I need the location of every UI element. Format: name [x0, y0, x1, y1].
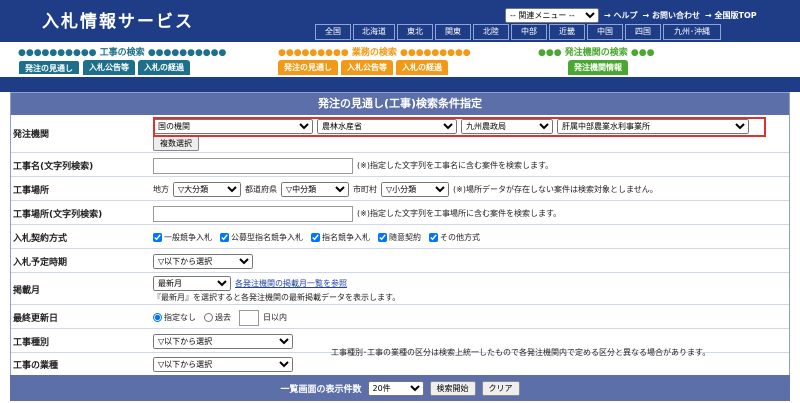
days-unit: 日以内 — [263, 313, 287, 322]
work-name-label: 工事名(文字列検索) — [13, 162, 94, 172]
dot-decoration: ●●● — [630, 48, 655, 58]
construction-tab-group: ●●●●●●●●●● 工事の検索 ●●●●●●●●●● 発注の見通し 入札公告等… — [18, 45, 226, 75]
service-tab-group: ●●●●●●●●● 業務の検索 ●●●●●●●●● 発注の見通し 入札公告等 入… — [278, 45, 471, 75]
period-note: 『最新月』を選択すると各発注機関の最新掲載データを表示します。 — [153, 293, 401, 302]
top-links: -- 関連メニュー -- → ヘルプ → お問い合わせ → 全国版TOP — [505, 8, 757, 23]
region-chubu[interactable]: 中部 — [511, 24, 547, 40]
contract-row: 入札契約方式 一般競争入札 公募型指名競争入札 指名競争入札 随意契約 その他方… — [11, 227, 789, 249]
display-count-select[interactable]: 20件 — [367, 380, 424, 396]
region-kanto[interactable]: 関東 — [435, 24, 471, 40]
tab-construction-outlook[interactable]: 発注の見通し — [18, 60, 80, 75]
work-name-row: 工事名(文字列検索) (※)指定した文字列を工事名に含む案件を検索します。 — [11, 155, 789, 177]
service-search-title: 業務の検索 — [351, 48, 397, 58]
location-text-note: (※)指定した文字列を工事場所に含む案件を検索します。 — [357, 209, 562, 218]
updated-option-none[interactable]: 指定なし — [153, 312, 196, 323]
panel-title: 発注の見通し(工事)検索条件指定 — [11, 93, 789, 115]
updated-label: 最終更新日 — [13, 314, 59, 324]
tab-service-progress[interactable]: 入札の経過 — [396, 60, 448, 75]
location-row: 工事場所 地方 ▽大分類 都道府県 ▽中分類 市町村 ▽小分類 (※)場所データ… — [11, 179, 789, 201]
work-category-label: 工事の業種 — [13, 360, 59, 371]
related-menu-select[interactable]: -- 関連メニュー -- — [505, 8, 599, 23]
checkbox[interactable] — [153, 233, 162, 242]
region-shikoku[interactable]: 四国 — [625, 24, 661, 40]
region-chugoku[interactable]: 中国 — [587, 24, 623, 40]
period-select[interactable]: 最新月 — [153, 276, 231, 291]
region-label: 地方 — [153, 185, 169, 194]
work-name-input[interactable] — [153, 157, 353, 174]
region-kinki[interactable]: 近畿 — [549, 24, 585, 40]
days-input[interactable] — [239, 309, 259, 326]
schedule-select[interactable]: ▽以下から選択 — [153, 254, 253, 269]
region-zenkoku[interactable]: 全国 — [315, 24, 351, 40]
construction-search-title: 工事の検索 — [99, 48, 145, 58]
dot-decoration: ●●● — [538, 48, 562, 58]
tab-agency-info[interactable]: 発注機関情報 — [568, 60, 628, 75]
tab-service-notices[interactable]: 入札公告等 — [341, 60, 393, 75]
location-text-input[interactable] — [153, 205, 353, 222]
contract-option-general[interactable]: 一般競争入札 — [153, 232, 212, 243]
contract-label: 入札契約方式 — [13, 234, 68, 244]
work-type-row: 工事種別 ▽以下から選択 工事の業種 ▽以下から選択 工事種別･工事の業種の区分… — [11, 331, 789, 375]
multi-select-button[interactable]: 複数選択 — [153, 136, 199, 151]
pref-select[interactable]: ▽中分類 — [281, 182, 349, 197]
search-button[interactable]: 検索開始 — [429, 380, 476, 396]
period-row: 掲載月 最新月 各発注機関の掲載月一覧を参照 『最新月』を選択すると各発注機関の… — [11, 275, 789, 305]
updated-option-past[interactable]: 過去 — [204, 312, 231, 323]
location-label: 工事場所 — [13, 186, 50, 196]
tab-construction-progress[interactable]: 入札の経過 — [138, 60, 190, 75]
radio[interactable] — [204, 313, 213, 322]
region-hokkaido[interactable]: 北海道 — [353, 24, 395, 40]
period-label: 掲載月 — [13, 286, 41, 296]
contract-option-public-nominated[interactable]: 公募型指名競争入札 — [220, 232, 303, 243]
region-nav: 全国 北海道 東北 関東 北陸 中部 近畿 中国 四国 九州･沖縄 — [315, 24, 721, 40]
footer-bar: 一覧画面の表示件数 20件 検索開始 クリア — [10, 375, 790, 401]
checkbox[interactable] — [220, 233, 229, 242]
agency-search-title: 発注機関の検索 — [564, 48, 628, 58]
nav-stripe — [0, 77, 800, 92]
tab-construction-notices[interactable]: 入札公告等 — [83, 60, 135, 75]
org-label: 発注機関 — [13, 130, 50, 140]
contact-link[interactable]: → お問い合わせ — [643, 10, 701, 21]
contract-option-nominated[interactable]: 指名競争入札 — [311, 232, 370, 243]
help-link[interactable]: → ヘルプ — [604, 10, 638, 21]
tab-service-outlook[interactable]: 発注の見通し — [278, 60, 338, 75]
dot-decoration: ●●●●●●●●●● — [18, 48, 97, 58]
region-tohoku[interactable]: 東北 — [397, 24, 433, 40]
clear-button[interactable]: クリア — [481, 380, 520, 396]
dot-decoration: ●●●●●●●●● — [399, 48, 471, 58]
work-category-select[interactable]: ▽以下から選択 — [153, 356, 293, 372]
org-selection-highlight — [153, 117, 766, 137]
location-text-label: 工事場所(文字列検索) — [13, 210, 103, 220]
contract-option-negotiated[interactable]: 随意契約 — [378, 232, 421, 243]
contract-option-other[interactable]: その他方式 — [429, 232, 480, 243]
national-top-link[interactable]: → 全国版TOP — [705, 10, 757, 21]
city-select[interactable]: ▽小分類 — [381, 182, 449, 197]
region-kyushu[interactable]: 九州･沖縄 — [663, 24, 721, 40]
region-select[interactable]: ▽大分類 — [173, 182, 241, 197]
work-type-select[interactable]: ▽以下から選択 — [153, 334, 293, 349]
location-text-row: 工事場所(文字列検索) (※)指定した文字列を工事場所に含む案件を検索します。 — [11, 203, 789, 225]
dot-decoration: ●●●●●●●●●● — [147, 48, 227, 58]
site-title: 入札情報サービス — [42, 12, 194, 32]
radio[interactable] — [153, 313, 162, 322]
city-label: 市町村 — [353, 185, 377, 194]
display-count-label: 一覧画面の表示件数 — [280, 384, 362, 395]
site-header: 入札情報サービス -- 関連メニュー -- → ヘルプ → お問い合わせ → 全… — [0, 0, 800, 42]
work-name-note: (※)指定した文字列を工事名に含む案件を検索します。 — [357, 161, 554, 170]
work-category-note: 工事種別･工事の業種の区分は検索上統一したもので各発注機関内で定める区分と異なる… — [331, 348, 711, 357]
work-type-label: 工事種別 — [13, 338, 50, 348]
region-hokuriku[interactable]: 北陸 — [473, 24, 509, 40]
agency-tab-group: ●●● 発注機関の検索 ●●● 発注機関情報 — [538, 45, 654, 75]
checkbox[interactable] — [311, 233, 320, 242]
location-note: (※)場所データが存在しない案件は検索対象としません。 — [453, 185, 658, 194]
dot-decoration: ●●●●●●●●● — [278, 48, 349, 58]
schedule-row: 入札予定時期 ▽以下から選択 — [11, 251, 789, 273]
updated-row: 最終更新日 指定なし 過去 日以内 — [11, 307, 789, 329]
checkbox[interactable] — [429, 233, 438, 242]
schedule-label: 入札予定時期 — [13, 258, 68, 268]
pref-label: 都道府県 — [245, 185, 277, 194]
search-panel: 発注の見通し(工事)検索条件指定 発注機関 国の機関 農林水産省 九州農政局 肝… — [10, 92, 790, 401]
checkbox[interactable] — [378, 233, 387, 242]
period-list-link[interactable]: 各発注機関の掲載月一覧を参照 — [235, 278, 347, 289]
